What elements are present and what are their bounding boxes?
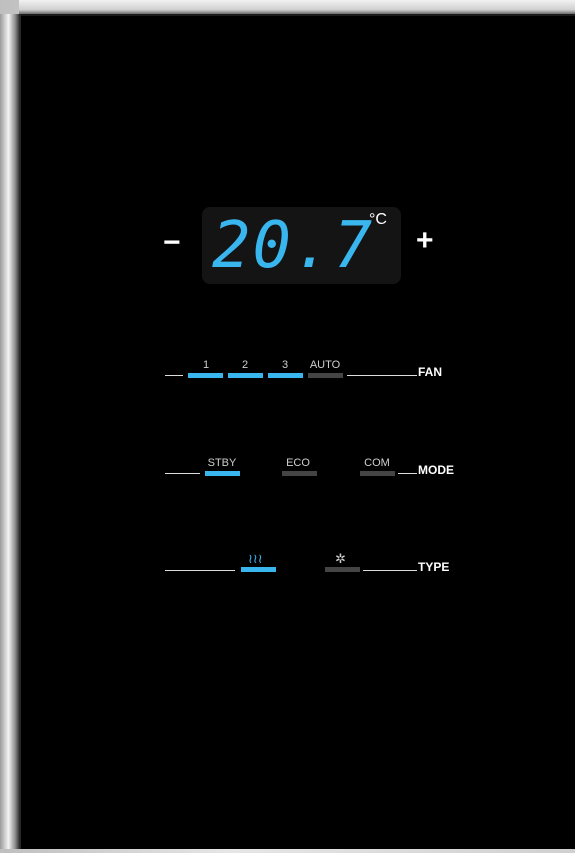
temperature-display: 20.7 °C [202,207,401,284]
type-trailing-line [363,570,417,571]
mode-option-com-label: COM [364,457,390,469]
panel-side-edge [0,14,19,849]
mode-option-stby-button[interactable] [205,471,240,476]
fan-option-2-label: 2 [241,359,249,371]
mode-option-eco-button[interactable] [282,471,317,476]
fan-option-3-label: 3 [281,359,289,371]
fan-option-auto-label: AUTO [309,359,341,371]
temperature-value: 20.7 [212,209,375,283]
mode-row-label: MODE [418,463,454,477]
decrease-temperature-button[interactable]: − [163,228,181,258]
fan-option-1-button[interactable] [188,373,223,378]
temperature-unit: °C [369,211,387,228]
mode-option-eco-label: ECO [286,457,310,469]
thermostat-panel [19,14,575,849]
type-cool-button[interactable] [325,567,360,572]
heat-icon: ≀≀≀ [248,551,263,566]
fan-option-3-button[interactable] [268,373,303,378]
mode-option-stby-label: STBY [207,457,237,469]
mode-option-com-button[interactable] [360,471,395,476]
mode-leader-line [165,473,200,474]
fan-row-label: FAN [418,365,442,379]
fan-option-auto-button[interactable] [308,373,343,378]
type-row-label: TYPE [418,560,450,574]
increase-temperature-button[interactable]: + [416,226,434,256]
mode-trailing-line [398,473,417,474]
fan-leader-line [165,375,183,376]
fan-trailing-line [347,375,417,376]
cool-icon: ✲ [335,551,346,566]
fan-option-2-button[interactable] [228,373,263,378]
panel-top-edge [19,0,575,14]
type-heat-button[interactable] [241,567,276,572]
type-leader-line [165,570,235,571]
fan-option-1-label: 1 [202,359,210,371]
